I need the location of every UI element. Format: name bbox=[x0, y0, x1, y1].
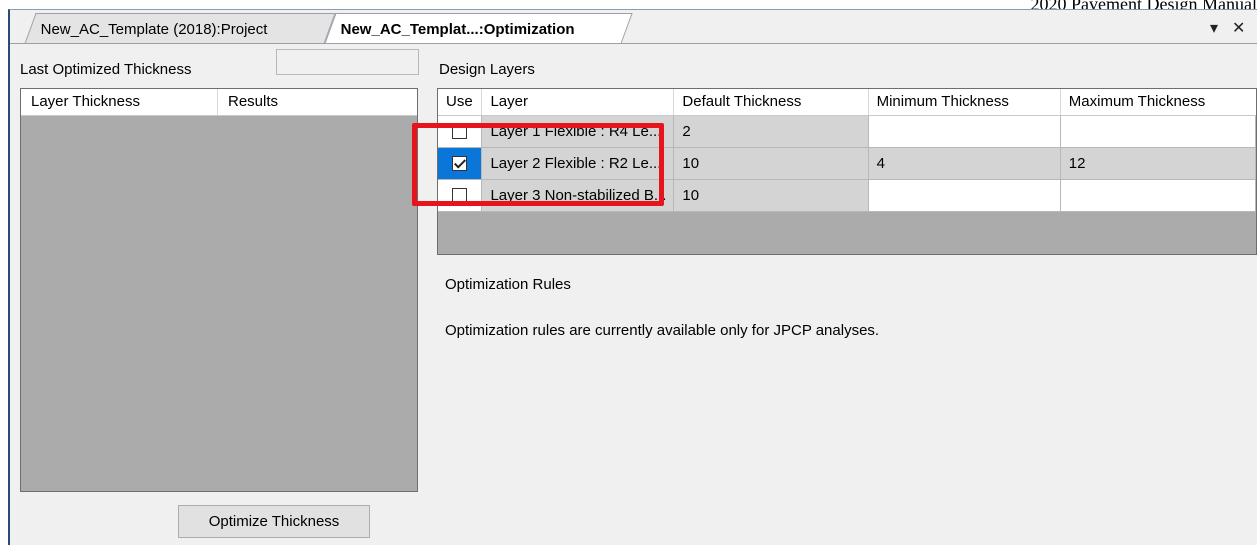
last-optimized-thickness-field bbox=[276, 49, 419, 75]
column-layer-thickness[interactable]: Layer Thickness bbox=[21, 89, 218, 115]
last-optimized-label: Last Optimized Thickness bbox=[20, 61, 192, 78]
default-thickness-cell: 2 bbox=[673, 115, 869, 148]
column-layer[interactable]: Layer bbox=[481, 89, 675, 116]
minimum-thickness-cell[interactable] bbox=[868, 179, 1061, 212]
maximum-thickness-cell[interactable] bbox=[1060, 115, 1256, 148]
default-thickness-cell: 10 bbox=[673, 147, 869, 180]
results-list[interactable]: Layer Thickness Results bbox=[20, 88, 418, 492]
column-results[interactable]: Results bbox=[218, 89, 417, 115]
column-maximum-thickness[interactable]: Maximum Thickness bbox=[1060, 89, 1256, 116]
tab-optimization[interactable]: New_AC_Templat...:Optimization bbox=[324, 13, 633, 44]
tab-project[interactable]: New_AC_Template (2018):Project bbox=[24, 13, 336, 44]
optimization-rules-title: Optimization Rules bbox=[445, 276, 571, 293]
optimization-rules-message: Optimization rules are currently availab… bbox=[445, 322, 880, 339]
column-minimum-thickness[interactable]: Minimum Thickness bbox=[868, 89, 1061, 116]
highlight-annotation-box bbox=[412, 123, 664, 206]
maximum-thickness-cell[interactable] bbox=[1060, 179, 1256, 212]
results-header: Layer Thickness Results bbox=[21, 89, 417, 116]
design-layers-title: Design Layers bbox=[439, 61, 535, 78]
tab-divider bbox=[10, 43, 1257, 44]
optimization-window: New_AC_Template (2018):Project New_AC_Te… bbox=[8, 9, 1257, 545]
maximum-thickness-cell[interactable]: 12 bbox=[1060, 147, 1256, 180]
column-default-thickness[interactable]: Default Thickness bbox=[673, 89, 869, 116]
minimum-thickness-cell[interactable] bbox=[868, 115, 1061, 148]
tab-strip: New_AC_Template (2018):Project New_AC_Te… bbox=[10, 10, 1257, 44]
optimize-thickness-button[interactable]: Optimize Thickness bbox=[178, 505, 370, 538]
column-use[interactable]: Use bbox=[438, 89, 483, 116]
minimum-thickness-cell[interactable]: 4 bbox=[868, 147, 1061, 180]
close-icon[interactable]: ✕ bbox=[1232, 18, 1245, 38]
dropdown-arrow-icon[interactable]: ▾ bbox=[1210, 18, 1218, 38]
default-thickness-cell: 10 bbox=[673, 179, 869, 212]
